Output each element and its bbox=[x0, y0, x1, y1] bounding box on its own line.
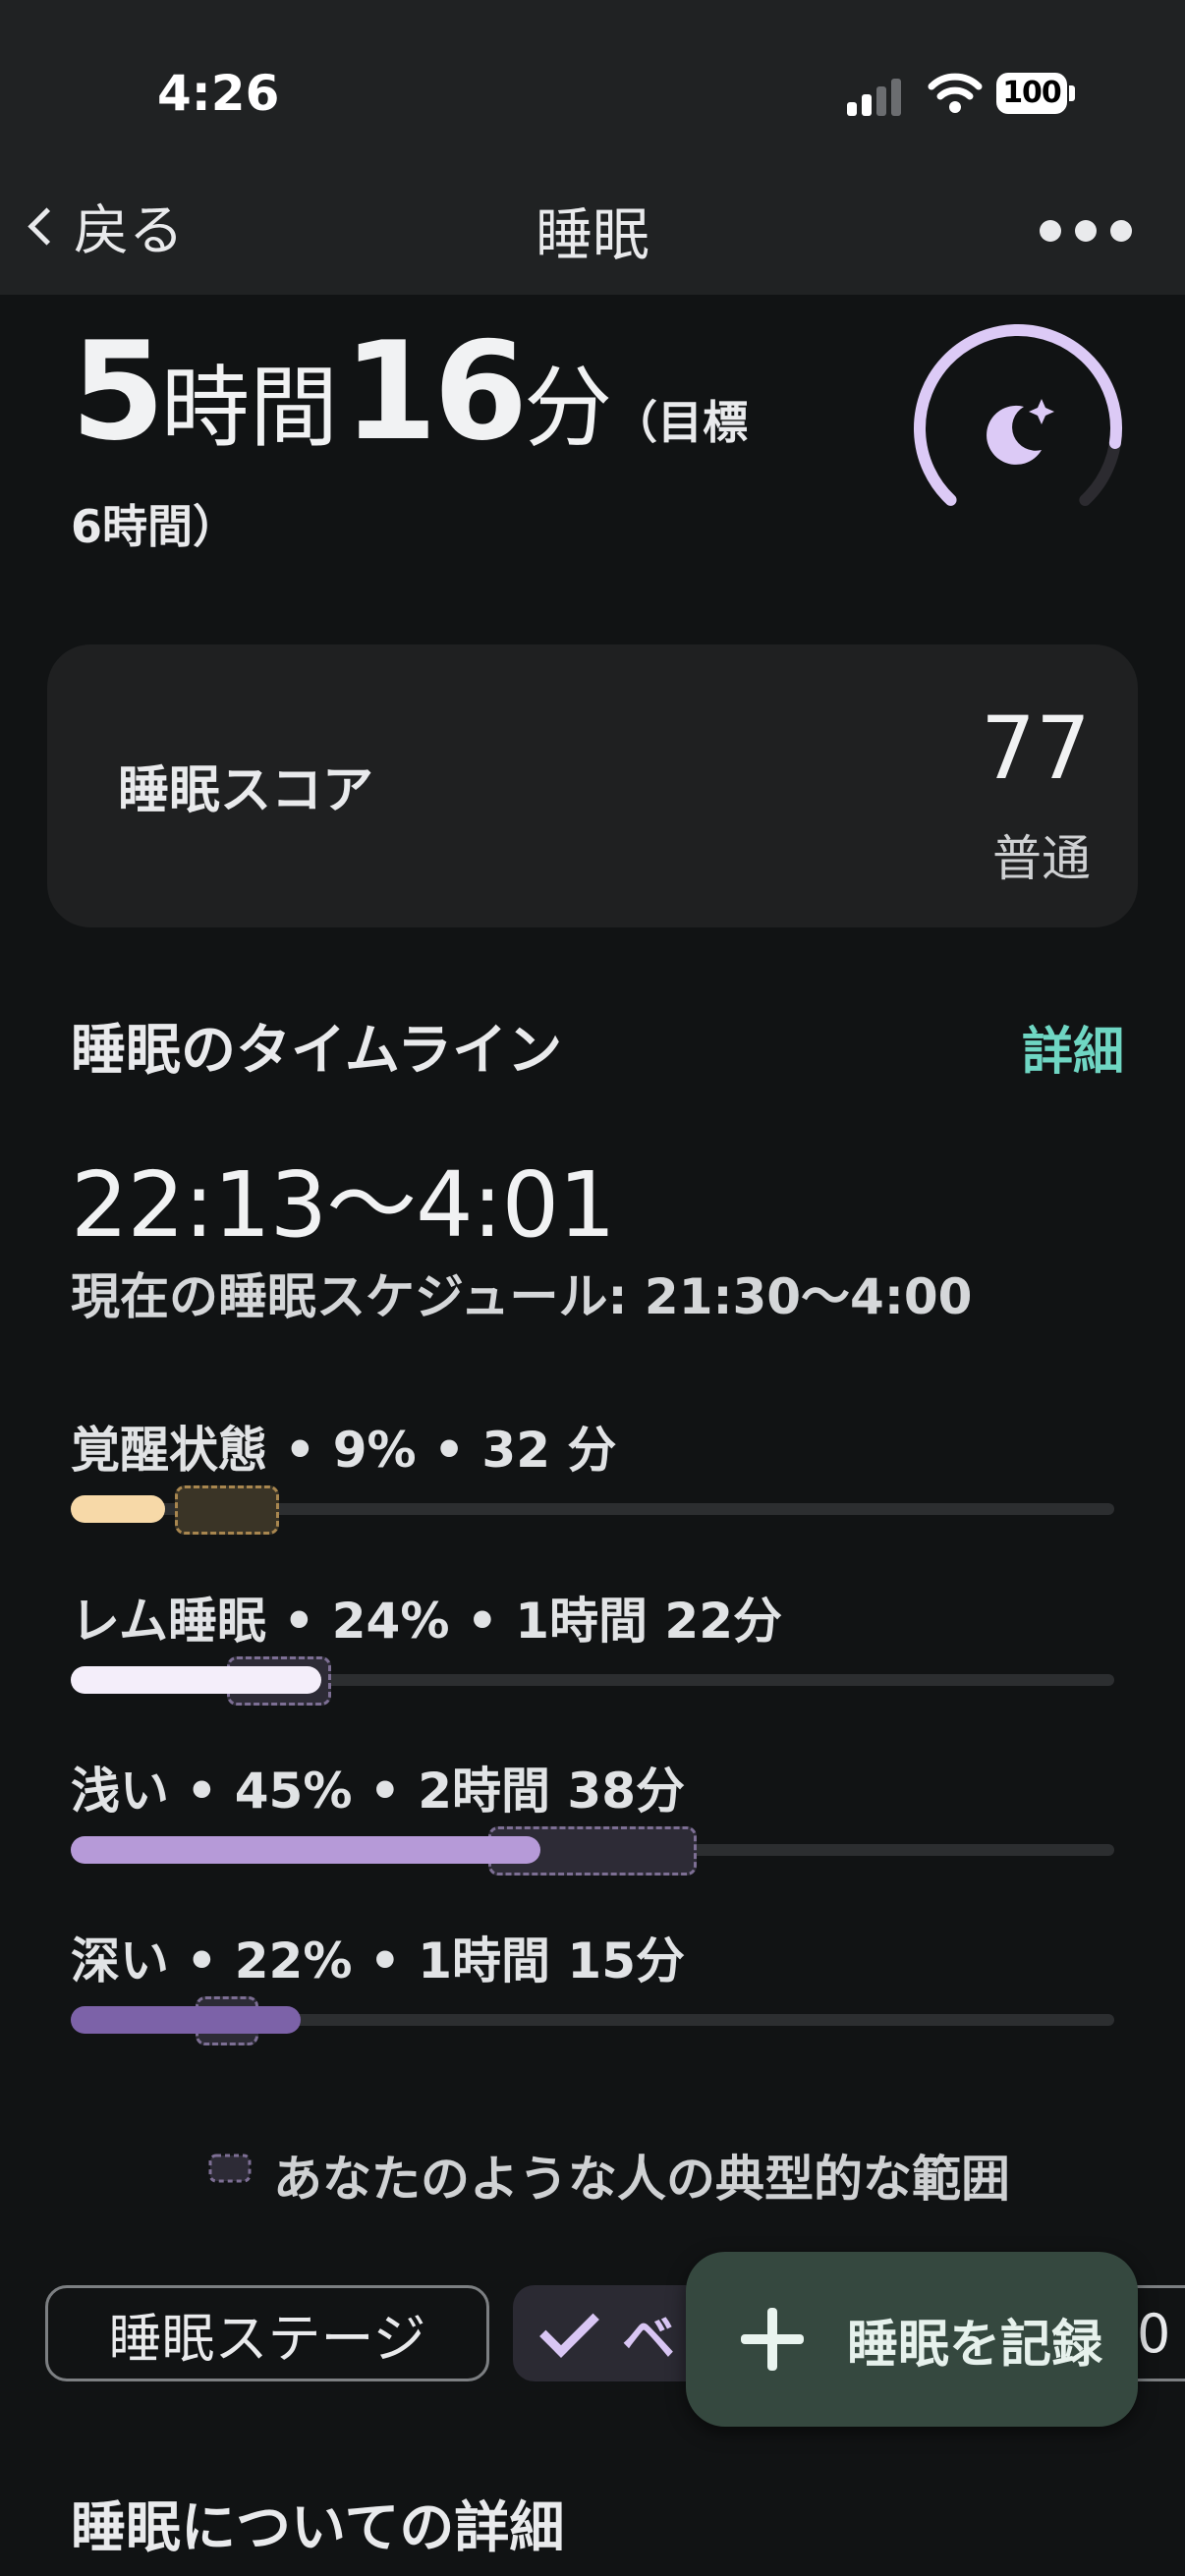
duration-hours: 5 bbox=[71, 312, 165, 471]
cellular-signal-icon bbox=[847, 77, 906, 116]
stage-label-light: 浅い • 45% • 2時間 38分 bbox=[71, 1763, 685, 1820]
stage-bar-awake bbox=[71, 1495, 165, 1523]
sleep-duration: 5時間 16分（目標 bbox=[71, 324, 876, 460]
sleep-time-range: 22:13〜4:01 bbox=[71, 1152, 616, 1258]
duration-minutes-unit: 分 bbox=[524, 357, 613, 460]
status-time: 4:26 bbox=[157, 65, 280, 122]
log-sleep-label: 睡眠を記録 bbox=[847, 2315, 1103, 2375]
stage-label-awake: 覚醒状態 • 9% • 32 分 bbox=[71, 1422, 617, 1479]
sleep-score-rating: 普通 bbox=[992, 830, 1091, 887]
selected-chip-label: ベ bbox=[622, 2307, 675, 2370]
duration-goal-line2: 6時間） bbox=[71, 500, 239, 553]
battery-icon: 100 bbox=[996, 73, 1075, 118]
stage-bar-deep bbox=[71, 2006, 301, 2034]
stage-bar-light bbox=[71, 1836, 540, 1864]
stage-bar-rem bbox=[71, 1666, 321, 1694]
log-sleep-button[interactable]: 睡眠を記録 bbox=[686, 2252, 1138, 2427]
wifi-icon bbox=[928, 73, 983, 113]
duration-goal-line1: （目標 bbox=[612, 396, 749, 449]
duration-minutes: 16 bbox=[343, 312, 528, 471]
timeline-title: 睡眠のタイムライン bbox=[71, 1019, 563, 1083]
stage-label-deep: 深い • 22% • 1時間 15分 bbox=[71, 1932, 685, 1989]
typical-range-legend-icon bbox=[208, 2154, 252, 2183]
sleep-score-label: 睡眠スコア bbox=[118, 761, 374, 820]
checkmark-icon bbox=[539, 2297, 599, 2358]
timeline-details-link[interactable]: 詳細 bbox=[1022, 1010, 1124, 1084]
stage-label-rem: レム睡眠 • 24% • 1時間 22分 bbox=[71, 1593, 782, 1650]
duration-hours-unit: 時間 bbox=[161, 357, 339, 460]
sleep-schedule: 現在の睡眠スケジュール: 21:30〜4:00 bbox=[71, 1268, 973, 1325]
battery-level: 100 bbox=[996, 73, 1067, 114]
typical-range-legend: あなたのような人の典型的な範囲 bbox=[273, 2151, 1010, 2208]
sleep-goal-ring bbox=[914, 324, 1122, 532]
sleep-score-value: 77 bbox=[981, 698, 1091, 799]
sleep-details-title: 睡眠についての詳細 bbox=[71, 2496, 565, 2560]
sleep-stages-chip[interactable]: 睡眠ステージ bbox=[45, 2285, 489, 2381]
more-options-icon[interactable] bbox=[1040, 220, 1167, 244]
typical-range-awake bbox=[175, 1485, 280, 1535]
plus-icon bbox=[741, 2308, 804, 2371]
moon-stars-icon bbox=[987, 399, 1054, 465]
page-title: 睡眠 bbox=[535, 201, 649, 268]
